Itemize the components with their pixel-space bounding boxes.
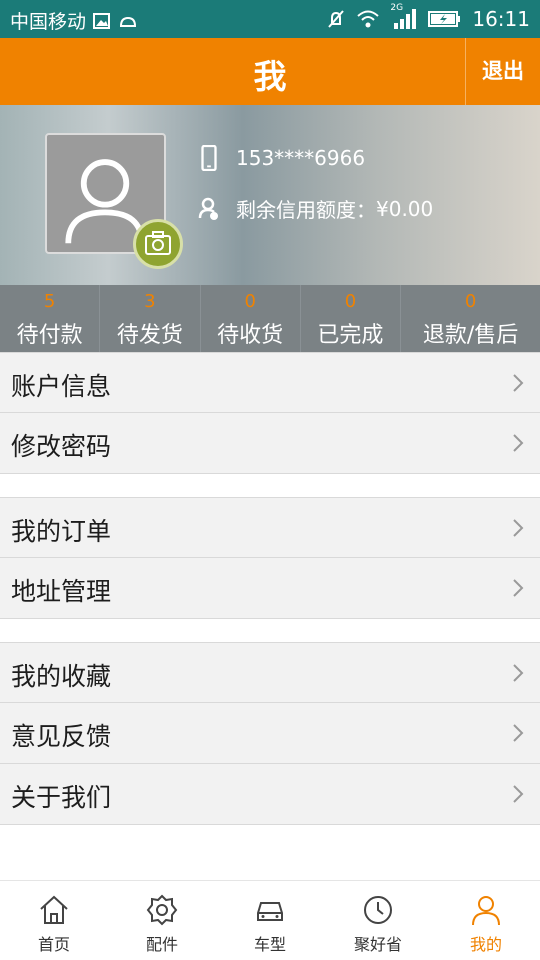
car-icon [257, 902, 283, 921]
menu-item-label: 账户信息 [11, 372, 112, 401]
order-count: 3 [144, 291, 156, 312]
order-count: 5 [43, 291, 56, 312]
bottom-nav: 首页 配件 车型 聚好省 我的 [0, 880, 540, 960]
nav-tab-car-models[interactable]: 车型 [216, 881, 324, 960]
order-status-pending-payment[interactable]: 5 待付款 [0, 285, 101, 353]
menu-item-label: 我的收藏 [11, 662, 112, 691]
order-status-label: 退款/售后 [422, 323, 519, 348]
order-status-bar: 5 待付款 3 待发货 0 待收货 0 已完成 0 退款/售后 [0, 285, 540, 353]
chevron-right-icon [513, 664, 524, 682]
logout-button[interactable]: 退出 [466, 38, 540, 105]
order-status-completed[interactable]: 0 已完成 [301, 285, 402, 353]
menu-item-address-management[interactable]: 地址管理 [0, 558, 540, 619]
credit-value: ¥0.00 [376, 196, 434, 221]
page-title: 我 [253, 57, 287, 96]
menu-item-feedback[interactable]: 意见反馈 [0, 703, 540, 764]
order-status-label: 待收货 [217, 323, 284, 348]
menu-group-orders: 我的订单 地址管理 [0, 497, 540, 619]
nav-tab-home[interactable]: 首页 [0, 881, 108, 960]
menu-item-label: 关于我们 [11, 783, 112, 812]
credit-row: 剩余信用额度： ¥0.00 [198, 194, 433, 223]
status-right: 2G 16:11 [326, 3, 530, 31]
nav-tab-deals[interactable]: 聚好省 [324, 881, 432, 960]
order-count: 0 [344, 291, 357, 312]
person-icon [472, 896, 500, 926]
menu-item-label: 意见反馈 [11, 722, 112, 751]
menu-group-misc: 我的收藏 意见反馈 关于我们 [0, 642, 540, 825]
order-status-label: 已完成 [317, 323, 384, 348]
chevron-right-icon [513, 519, 524, 537]
home-icon [40, 895, 68, 924]
order-status-refund[interactable]: 0 退款/售后 [401, 285, 540, 353]
menu-item-label: 修改密码 [11, 432, 112, 461]
nav-tab-label: 车型 [253, 935, 286, 954]
credit-label: 剩余信用额度： [236, 198, 376, 222]
phone-row: 153****6966 [198, 145, 365, 171]
order-status-pending-shipment[interactable]: 3 待发货 [100, 285, 201, 353]
camera-icon [145, 231, 171, 255]
menu-item-about-us[interactable]: 关于我们 [0, 764, 540, 825]
chevron-right-icon [513, 579, 524, 597]
mute-icon [328, 10, 345, 28]
clock-icon [364, 896, 392, 924]
phone-number: 153****6966 [236, 146, 366, 170]
phone-icon [201, 145, 217, 171]
gear-icon [146, 894, 178, 926]
order-count: 0 [244, 291, 256, 312]
chevron-right-icon [513, 374, 524, 392]
nav-tab-me[interactable]: 我的 [432, 881, 540, 960]
nav-tab-label: 聚好省 [353, 935, 402, 954]
menu-group-account: 账户信息 修改密码 [0, 352, 540, 474]
menu-item-favorites[interactable]: 我的收藏 [0, 642, 540, 703]
image-notification-icon [93, 12, 111, 29]
nav-tab-parts[interactable]: 配件 [108, 881, 216, 960]
change-avatar-button[interactable] [133, 219, 183, 269]
menu-item-label: 地址管理 [11, 577, 112, 606]
order-count: 0 [464, 291, 477, 312]
order-status-label: 待付款 [16, 323, 83, 348]
profile-banner: 153****6966 剩余信用额度： ¥0.00 [0, 105, 540, 285]
signal-icon: 2G [390, 3, 418, 29]
android-notification-icon [120, 16, 137, 27]
order-status-pending-receipt[interactable]: 0 待收货 [201, 285, 301, 353]
status-left: 中国移动 [10, 7, 138, 34]
nav-tab-label: 我的 [469, 935, 502, 954]
menu-item-label: 我的订单 [11, 517, 112, 546]
wifi-icon [357, 10, 380, 28]
header-bar: 我 退出 [0, 38, 540, 105]
menu-item-change-password[interactable]: 修改密码 [0, 413, 540, 474]
menu-item-account-info[interactable]: 账户信息 [0, 352, 540, 413]
status-bar: 中国移动 2G 16:11 [0, 0, 540, 38]
chevron-right-icon [513, 434, 524, 452]
menu-item-my-orders[interactable]: 我的订单 [0, 497, 540, 558]
nav-tab-label: 配件 [145, 935, 178, 954]
battery-charging-icon [428, 11, 461, 27]
credit-user-icon [198, 197, 218, 220]
chevron-right-icon [513, 724, 524, 742]
clock-time: 16:11 [472, 7, 530, 31]
order-status-label: 待发货 [116, 323, 183, 348]
carrier-name: 中国移动 [10, 11, 87, 33]
nav-tab-label: 首页 [37, 935, 70, 954]
chevron-right-icon [513, 785, 524, 803]
